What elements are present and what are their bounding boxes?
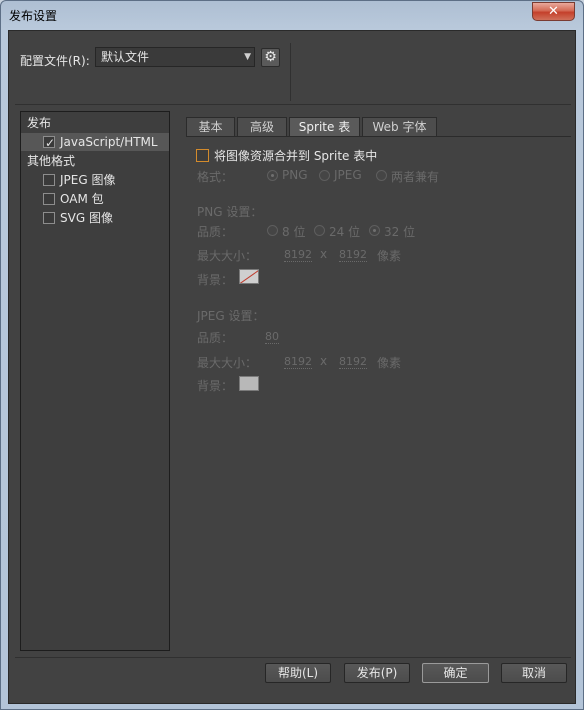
tree-jpeg-label: JPEG 图像	[60, 173, 116, 187]
format-both-radio[interactable]	[376, 170, 387, 181]
help-button[interactable]: 帮助(L)	[265, 663, 331, 683]
tree-item-svg[interactable]: SVG 图像	[21, 209, 169, 227]
jpeg-size-unit: 像素	[377, 356, 402, 370]
png-settings-label: PNG 设置：	[197, 205, 263, 219]
check-icon: ✓	[45, 136, 56, 150]
merge-sprite-label: 将图像资源合并到 Sprite 表中	[214, 149, 378, 163]
png-8bit-radio[interactable]	[267, 225, 278, 236]
png-24bit-radio[interactable]	[314, 225, 325, 236]
javascript-html-checkbox[interactable]: ✓	[43, 136, 55, 150]
png-background-label: 背景：	[197, 273, 234, 287]
jpeg-quality-field[interactable]: 80	[265, 330, 279, 344]
format-jpeg-label: JPEG	[334, 168, 362, 182]
tab-baseline	[186, 136, 571, 137]
cancel-button[interactable]: 取消	[501, 663, 567, 683]
ok-button[interactable]: 确定	[422, 663, 489, 683]
jpeg-background-swatch[interactable]	[239, 376, 259, 391]
format-jpeg-radio[interactable]	[319, 170, 330, 181]
png-8bit-label: 8 位	[282, 225, 306, 239]
tree-item-jpeg[interactable]: JPEG 图像	[21, 171, 169, 189]
format-png-radio[interactable]	[267, 170, 278, 181]
window-title: 发布设置	[9, 9, 58, 23]
tab-basic[interactable]: 基本	[186, 117, 235, 137]
jpeg-checkbox[interactable]	[43, 174, 55, 186]
title-bar[interactable]: 发布设置 ✕	[1, 1, 583, 29]
tab-sprite[interactable]: Sprite 表	[289, 117, 360, 137]
png-background-swatch[interactable]	[239, 269, 259, 284]
png-size-separator: x	[320, 247, 328, 261]
jpeg-width-field[interactable]: 8192	[284, 355, 312, 369]
png-32bit-radio[interactable]	[369, 225, 380, 236]
merge-sprite-checkbox[interactable]	[196, 149, 209, 162]
gear-icon: ⚙	[264, 49, 277, 65]
profile-dropdown[interactable]: 默认文件 ▼	[95, 47, 255, 67]
jpeg-size-separator: x	[320, 354, 328, 368]
tree-item-javascript-html[interactable]: ✓ JavaScript/HTML	[21, 133, 169, 151]
jpeg-background-label: 背景：	[197, 379, 234, 393]
profile-value: 默认文件	[101, 50, 150, 64]
tree-publish-label: 发布	[27, 116, 52, 130]
format-both-label: 两者兼有	[391, 170, 440, 184]
profile-options-button[interactable]: ⚙	[261, 48, 280, 67]
close-icon: ✕	[548, 4, 559, 19]
jpeg-quality-label: 品质：	[197, 331, 234, 345]
png-height-field[interactable]: 8192	[339, 248, 367, 262]
tab-web-font[interactable]: Web 字体	[362, 117, 437, 137]
png-width-field[interactable]: 8192	[284, 248, 312, 262]
tree-item-other-formats[interactable]: 其他格式	[21, 152, 169, 170]
publish-button[interactable]: 发布(P)	[344, 663, 410, 683]
png-24bit-label: 24 位	[329, 225, 361, 239]
header-separator	[15, 104, 571, 105]
tree-item-oam[interactable]: OAM 包	[21, 190, 169, 208]
png-32bit-label: 32 位	[384, 225, 416, 239]
tab-advanced[interactable]: 高级	[237, 117, 287, 137]
png-quality-label: 品质：	[197, 225, 234, 239]
format-label: 格式：	[197, 170, 234, 184]
tree-javascript-html-label: JavaScript/HTML	[60, 135, 158, 149]
chevron-down-icon: ▼	[244, 52, 251, 62]
tree-other-formats-label: 其他格式	[27, 154, 76, 168]
target-tree: 发布 ✓ JavaScript/HTML 其他格式 JPEG 图像 OAM 包	[20, 111, 170, 651]
jpeg-height-field[interactable]: 8192	[339, 355, 367, 369]
png-max-size-label: 最大大小：	[197, 249, 258, 263]
dialog-body: 配置文件(R): 默认文件 ▼ ⚙ 发布 ✓ JavaScript/HTML 其…	[8, 30, 576, 704]
png-size-unit: 像素	[377, 249, 402, 263]
tree-svg-label: SVG 图像	[60, 211, 113, 225]
profile-label: 配置文件(R):	[20, 54, 90, 68]
format-png-label: PNG	[282, 168, 308, 182]
footer-separator	[15, 657, 571, 658]
close-button[interactable]: ✕	[532, 2, 575, 21]
tree-item-publish[interactable]: 发布	[21, 114, 169, 132]
oam-checkbox[interactable]	[43, 193, 55, 205]
publish-settings-window: 发布设置 ✕ 配置文件(R): 默认文件 ▼ ⚙ 发布 ✓ JavaScript…	[0, 0, 584, 710]
header-divider	[290, 43, 291, 101]
tree-oam-label: OAM 包	[60, 192, 104, 206]
jpeg-settings-label: JPEG 设置：	[197, 309, 265, 323]
svg-checkbox[interactable]	[43, 212, 55, 224]
jpeg-max-size-label: 最大大小：	[197, 356, 258, 370]
